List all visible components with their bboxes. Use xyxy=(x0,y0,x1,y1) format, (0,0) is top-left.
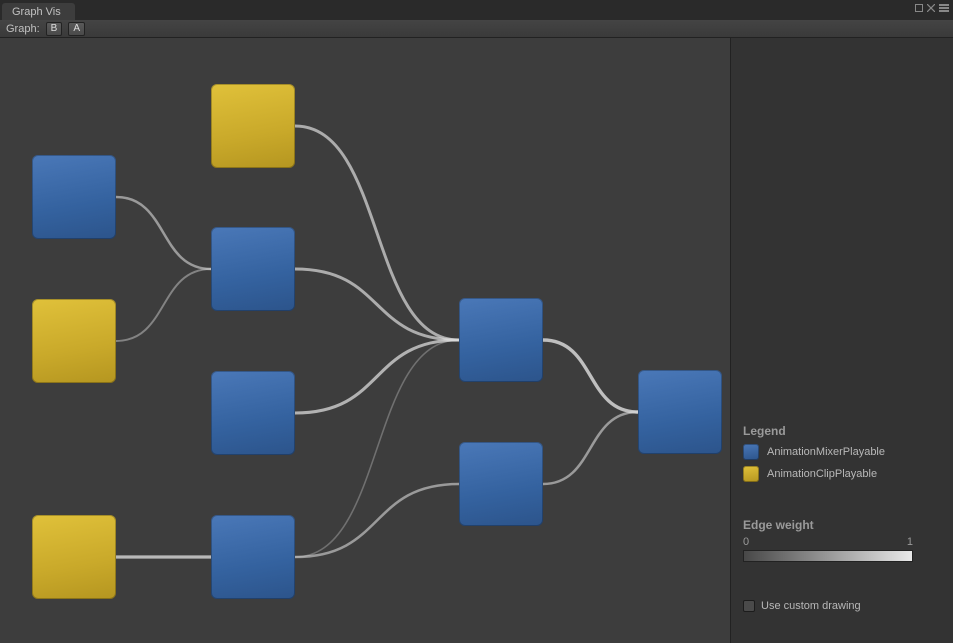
use-custom-drawing-row: Use custom drawing xyxy=(743,600,861,612)
window-controls xyxy=(913,0,953,18)
use-custom-drawing-label: Use custom drawing xyxy=(761,600,861,612)
window-menu-icon[interactable] xyxy=(937,2,951,14)
legend-item-mixer: AnimationMixerPlayable xyxy=(743,444,943,460)
side-panel: Legend AnimationMixerPlayable AnimationC… xyxy=(730,38,953,643)
graph-select-b-button[interactable]: B xyxy=(46,22,63,36)
graph-node[interactable] xyxy=(638,370,722,454)
close-icon[interactable] xyxy=(925,2,937,14)
legend-label: AnimationMixerPlayable xyxy=(767,446,885,458)
graph-label: Graph: xyxy=(6,23,40,35)
edge-weight-range: 0 1 xyxy=(743,536,913,548)
edge-weight-min: 0 xyxy=(743,536,749,548)
edge-weight-legend: Edge weight 0 1 xyxy=(743,518,913,562)
graph-node[interactable] xyxy=(459,442,543,526)
graph-node[interactable] xyxy=(32,515,116,599)
tab-bar: Graph Vis xyxy=(0,0,953,20)
graph-node[interactable] xyxy=(211,371,295,455)
graph-node[interactable] xyxy=(211,84,295,168)
node-layer xyxy=(0,38,730,643)
tab-graph-vis[interactable]: Graph Vis xyxy=(2,3,75,20)
graph-canvas[interactable] xyxy=(0,38,730,643)
legend-title: Legend xyxy=(743,424,943,438)
legend-swatch-blue xyxy=(743,444,759,460)
edge-weight-max: 1 xyxy=(907,536,913,548)
legend: Legend AnimationMixerPlayable AnimationC… xyxy=(743,424,943,488)
graph-node[interactable] xyxy=(211,227,295,311)
legend-label: AnimationClipPlayable xyxy=(767,468,877,480)
graph-node[interactable] xyxy=(32,299,116,383)
graph-node[interactable] xyxy=(32,155,116,239)
toolbar: Graph: B A xyxy=(0,20,953,38)
edge-weight-title: Edge weight xyxy=(743,518,913,532)
graph-select-a-button[interactable]: A xyxy=(68,22,85,36)
legend-item-clip: AnimationClipPlayable xyxy=(743,466,943,482)
window-maximize-icon[interactable] xyxy=(913,2,925,14)
graph-node[interactable] xyxy=(459,298,543,382)
edge-weight-gradient xyxy=(743,550,913,562)
legend-swatch-yellow xyxy=(743,466,759,482)
use-custom-drawing-checkbox[interactable] xyxy=(743,600,755,612)
graph-node[interactable] xyxy=(211,515,295,599)
